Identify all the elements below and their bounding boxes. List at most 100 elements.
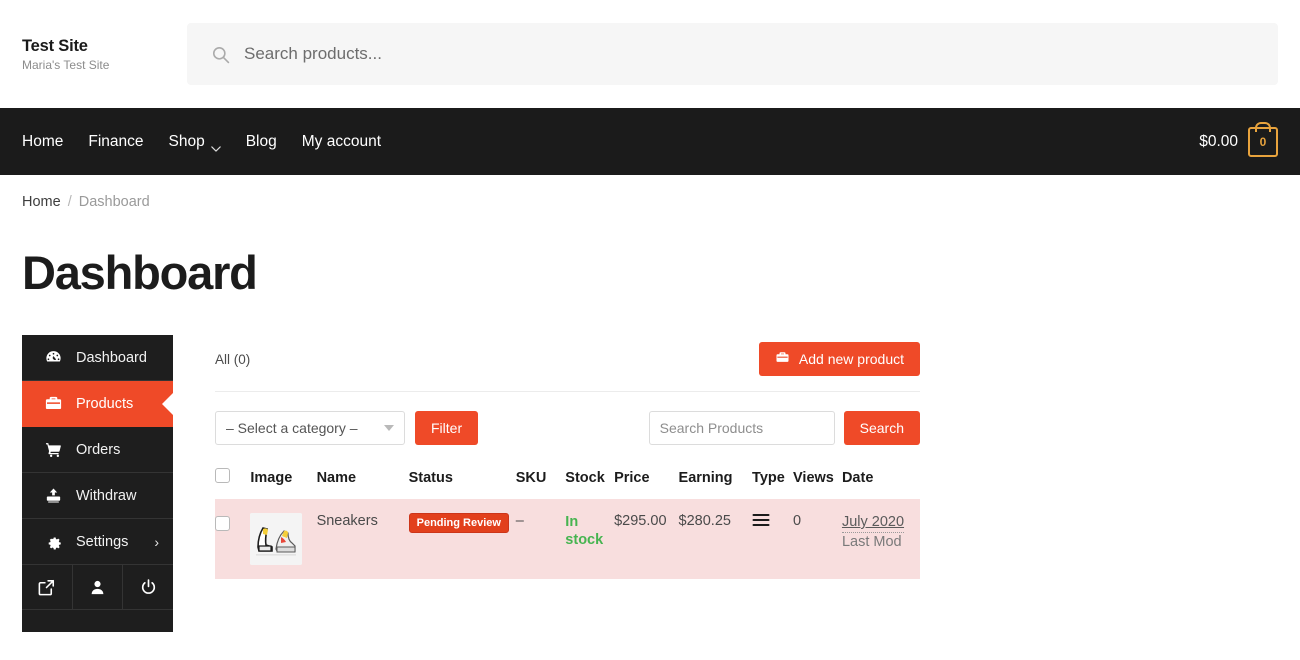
category-select-value: – Select a category – — [226, 420, 358, 436]
nav-label: My account — [301, 132, 382, 150]
sidebar-item-products[interactable]: Products — [22, 381, 173, 427]
search-label: Search — [859, 420, 904, 436]
sidebar-item-label: Settings — [76, 533, 129, 550]
select-all-header — [215, 468, 250, 499]
column-header-status[interactable]: Status — [409, 468, 516, 499]
product-name-cell: Sneakers — [317, 499, 409, 579]
column-header-sku[interactable]: SKU — [516, 468, 566, 499]
gear-icon — [43, 532, 63, 552]
nav-item-home[interactable]: Home — [22, 133, 63, 151]
shopping-bag-icon[interactable]: 0 — [1248, 126, 1278, 157]
nav-item-my-account[interactable]: My account — [302, 133, 381, 151]
column-header-price[interactable]: Price — [614, 468, 678, 499]
column-header-name[interactable]: Name — [317, 468, 409, 499]
product-date-cell: July 2020 Last Mod — [841, 499, 920, 579]
date-meta-label: Last Mod — [841, 533, 902, 550]
external-link-icon[interactable] — [22, 565, 73, 609]
nav-item-finance[interactable]: Finance — [88, 133, 143, 151]
nav-item-blog[interactable]: Blog — [246, 133, 277, 151]
status-badge: Pending Review — [408, 513, 509, 533]
upload-icon — [43, 486, 63, 506]
all-count-label[interactable]: All (0) — [215, 352, 250, 367]
nav-item-shop[interactable]: Shop — [168, 132, 221, 152]
column-header-image[interactable]: Image — [250, 468, 316, 499]
add-new-product-button[interactable]: Add new product — [758, 342, 920, 376]
filter-button[interactable]: Filter — [415, 411, 479, 445]
sidebar-item-label: Dashboard — [76, 349, 147, 366]
product-earning-cell: $280.25 — [678, 513, 731, 529]
dashboard-content: Dashboard Products Orders Withdraw Setti… — [22, 335, 1278, 632]
site-subtitle: Maria's Test Site — [22, 58, 110, 73]
sneakers-thumbnail-image[interactable] — [250, 513, 303, 565]
list-lines-icon[interactable] — [752, 513, 770, 531]
breadcrumb-home[interactable]: Home — [22, 194, 61, 210]
product-sku-cell: – — [515, 513, 524, 529]
nav-label: Finance — [88, 132, 144, 150]
column-header-type[interactable]: Type — [752, 468, 793, 499]
briefcase-icon — [43, 394, 63, 414]
shopping-cart-icon — [43, 440, 63, 460]
page-title: Dashboard — [22, 246, 258, 299]
filter-label: Filter — [431, 420, 463, 436]
product-status-cell: Pending Review — [408, 499, 516, 579]
products-toolbar: All (0) Add new product — [215, 335, 920, 383]
filters-row: – Select a category – Filter Search — [215, 410, 920, 446]
add-new-product-label: Add new product — [798, 351, 904, 367]
sidebar-item-settings[interactable]: Settings › — [22, 519, 173, 565]
nav-items: Home Finance Shop Blog My account — [22, 132, 381, 152]
sidebar-item-label: Products — [76, 395, 134, 412]
column-header-stock[interactable]: Stock — [565, 468, 614, 499]
product-search-group: Search — [648, 411, 920, 445]
product-price-cell: $295.00 — [614, 513, 667, 529]
sidebar-footer-icons — [22, 565, 173, 610]
chevron-down-icon — [384, 425, 394, 431]
breadcrumb: Home / Dashboard — [22, 194, 1278, 210]
top-header: Test Site Maria's Test Site — [0, 0, 1300, 108]
column-header-date[interactable]: Date — [842, 468, 920, 499]
table-row: Sneakers Pending Review – In stock $295.… — [215, 499, 920, 579]
publish-date[interactable]: July 2020 — [841, 513, 905, 533]
breadcrumb-current: Dashboard — [78, 194, 150, 210]
cart-count: 0 — [1259, 134, 1267, 149]
product-search-input[interactable] — [648, 411, 835, 445]
row-checkbox[interactable] — [215, 516, 230, 531]
row-select-cell — [215, 499, 250, 579]
product-stock-cell: In stock — [565, 499, 614, 579]
nav-label: Shop — [168, 132, 205, 150]
site-brand[interactable]: Test Site Maria's Test Site — [22, 36, 165, 73]
site-title: Test Site — [22, 36, 88, 55]
sidebar-item-orders[interactable]: Orders — [22, 427, 173, 473]
dashboard-sidebar: Dashboard Products Orders Withdraw Setti… — [22, 335, 173, 632]
sidebar-item-dashboard[interactable]: Dashboard — [22, 335, 173, 381]
search-button[interactable]: Search — [843, 411, 920, 445]
sidebar-footer-strip — [22, 610, 173, 632]
category-select[interactable]: – Select a category – — [215, 411, 405, 445]
power-icon[interactable] — [123, 565, 173, 609]
sidebar-item-withdraw[interactable]: Withdraw — [22, 473, 173, 519]
nav-label: Home — [22, 132, 64, 150]
product-name[interactable]: Sneakers — [317, 513, 378, 529]
toolbar-divider — [215, 391, 920, 392]
page-body: Home / Dashboard Dashboard Dashboard Pro… — [0, 194, 1300, 632]
select-all-checkbox[interactable] — [215, 468, 230, 483]
cart-amount: $0.00 — [1199, 132, 1238, 150]
nav-label: Blog — [245, 132, 277, 150]
product-type-cell — [752, 499, 793, 579]
chevron-right-icon: › — [154, 533, 159, 550]
column-header-views[interactable]: Views — [793, 468, 842, 499]
product-image-cell — [250, 499, 316, 579]
search-input[interactable] — [244, 44, 1254, 64]
global-search-bar[interactable] — [187, 23, 1278, 85]
column-header-earning[interactable]: Earning — [679, 468, 753, 499]
sidebar-item-label: Withdraw — [76, 487, 137, 504]
products-panel: All (0) Add new product – Select a categ… — [215, 335, 1278, 579]
product-views-cell: 0 — [793, 513, 802, 529]
stock-status: In stock — [565, 514, 604, 549]
search-icon — [211, 45, 230, 64]
breadcrumb-separator: / — [67, 194, 72, 210]
cart-area[interactable]: $0.00 0 — [1199, 126, 1278, 157]
sidebar-item-label: Orders — [76, 441, 121, 458]
main-navigation: Home Finance Shop Blog My account $0.00 … — [0, 108, 1300, 175]
products-table: Image Name Status SKU Stock Price Earnin… — [215, 468, 920, 579]
user-icon[interactable] — [73, 565, 124, 609]
